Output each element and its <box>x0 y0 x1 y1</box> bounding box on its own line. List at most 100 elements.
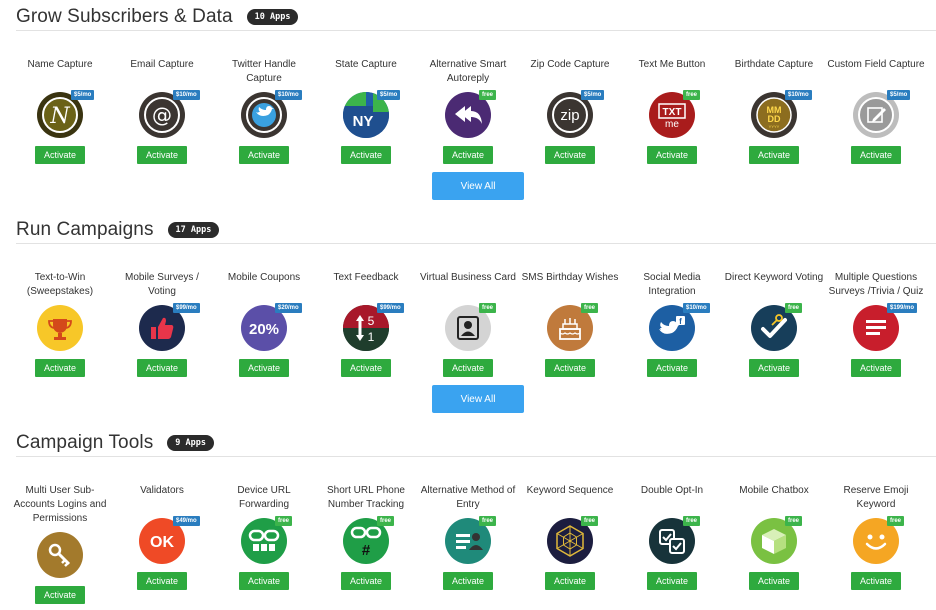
activate-button[interactable]: Activate <box>851 359 901 377</box>
activate-button[interactable]: Activate <box>545 146 595 164</box>
activate-button[interactable]: Activate <box>341 572 391 590</box>
section-title: Campaign Tools <box>16 432 154 453</box>
activate-button[interactable]: Activate <box>137 359 187 377</box>
app-label: Twitter Handle Capture <box>232 59 296 84</box>
activate-button[interactable]: Activate <box>35 359 85 377</box>
app-label: SMS Birthday Wishes <box>521 272 619 283</box>
activate-button[interactable]: Activate <box>341 146 391 164</box>
activate-button[interactable]: Activate <box>443 359 493 377</box>
activate-button[interactable]: Activate <box>35 586 85 604</box>
price-badge: free <box>377 516 395 526</box>
app-label: Short URL Phone Number Tracking <box>326 485 405 510</box>
app-label: Custom Field Capture <box>827 59 925 70</box>
price-badge: $10/mo <box>173 90 200 100</box>
activate-button[interactable]: Activate <box>137 572 187 590</box>
app-label: Double Opt-In <box>640 485 704 496</box>
activate-button[interactable]: Activate <box>851 146 901 164</box>
activate-button[interactable]: Activate <box>647 359 697 377</box>
activate-button[interactable]: Activate <box>749 146 799 164</box>
app-label: Virtual Business Card <box>420 272 516 283</box>
section-header: Run Campaigns 17 Apps <box>16 219 220 241</box>
activate-button[interactable]: Activate <box>239 359 289 377</box>
app-label: Direct Keyword Voting <box>724 272 824 283</box>
app-label: Mobile Surveys / Voting <box>125 272 199 297</box>
activate-button[interactable]: Activate <box>239 146 289 164</box>
section-header: Grow Subscribers & Data 10 Apps <box>16 6 299 28</box>
price-badge: $5/mo <box>71 90 95 100</box>
activate-button[interactable]: Activate <box>749 359 799 377</box>
app-label: Keyword Sequence <box>526 485 614 496</box>
app-label: Reserve Emoji Keyword <box>843 485 909 510</box>
hash-text: # <box>362 542 371 559</box>
activate-button[interactable]: Activate <box>545 359 595 377</box>
activate-button[interactable]: Activate <box>443 146 493 164</box>
txt-text: TXT <box>663 107 682 118</box>
activate-button[interactable]: Activate <box>647 572 697 590</box>
app-label: Device URL Forwarding <box>237 485 291 510</box>
app-label: Text-to-Win (Sweepstakes) <box>26 272 94 297</box>
yyyy-text: YYYY <box>769 124 780 129</box>
trophy-icon <box>37 305 83 351</box>
section-divider <box>16 243 936 244</box>
price-badge: $20/mo <box>275 303 302 313</box>
dd-text: DD <box>768 114 781 124</box>
price-badge: free <box>275 516 293 526</box>
section-header: Campaign Tools 9 Apps <box>16 432 215 454</box>
price-badge: $199/mo <box>887 303 918 313</box>
app-count-badge: 10 Apps <box>246 9 299 25</box>
price-badge: $99/mo <box>173 303 200 313</box>
section-divider <box>16 30 936 31</box>
app-label: Social Media Integration <box>643 272 701 297</box>
app-label: Birthdate Capture <box>734 59 814 70</box>
price-badge: $5/mo <box>377 90 401 100</box>
section-title: Grow Subscribers & Data <box>16 6 233 27</box>
svg-text:N: N <box>49 104 70 129</box>
activate-button[interactable]: Activate <box>341 359 391 377</box>
price-badge: free <box>479 303 497 313</box>
price-badge: free <box>479 516 497 526</box>
price-badge: $10/mo <box>275 90 302 100</box>
section-title: Run Campaigns <box>16 219 154 240</box>
price-badge: $10/mo <box>785 90 812 100</box>
app-label: State Capture <box>335 59 397 70</box>
rating-low-text: 1 <box>368 330 375 344</box>
app-count-badge: 9 Apps <box>167 435 215 451</box>
app-label: Email Capture <box>130 59 194 70</box>
coupon-text: 20% <box>249 321 279 338</box>
activate-button[interactable]: Activate <box>239 572 289 590</box>
activate-button[interactable]: Activate <box>647 146 697 164</box>
app-label: Mobile Coupons <box>227 272 301 283</box>
ok-text: OK <box>150 534 174 551</box>
app-label: Text Me Button <box>638 59 706 70</box>
activate-button[interactable]: Activate <box>443 572 493 590</box>
price-badge: free <box>785 303 803 313</box>
app-label: Validators <box>140 485 184 496</box>
me-text: me <box>665 119 679 130</box>
price-badge: $10/mo <box>683 303 710 313</box>
price-badge: free <box>683 90 701 100</box>
app-label: Multiple Questions Surveys /Trivia / Qui… <box>828 272 924 297</box>
price-badge: $49/mo <box>173 516 200 526</box>
app-label: Alternative Smart Autoreply <box>429 59 507 84</box>
view-all-button[interactable]: View All <box>432 172 524 200</box>
app-label: Zip Code Capture <box>530 59 610 70</box>
activate-button[interactable]: Activate <box>851 572 901 590</box>
activate-button[interactable]: Activate <box>749 572 799 590</box>
section-divider <box>16 456 936 457</box>
activate-button[interactable]: Activate <box>137 146 187 164</box>
price-badge: $5/mo <box>581 90 605 100</box>
activate-button[interactable]: Activate <box>545 572 595 590</box>
keys-icon <box>37 532 83 578</box>
price-badge: free <box>479 90 497 100</box>
svg-text:@: @ <box>152 103 172 127</box>
app-count-badge: 17 Apps <box>167 222 220 238</box>
activate-button[interactable]: Activate <box>35 146 85 164</box>
price-badge: $5/mo <box>887 90 911 100</box>
view-all-button[interactable]: View All <box>432 385 524 413</box>
app-label: Text Feedback <box>333 272 399 283</box>
app-label: Mobile Chatbox <box>739 485 809 496</box>
price-badge: free <box>785 516 803 526</box>
zip-text: zip <box>560 107 579 124</box>
app-label: Multi User Sub-Accounts Logins and Permi… <box>13 485 107 524</box>
state-text: NY <box>353 113 374 130</box>
